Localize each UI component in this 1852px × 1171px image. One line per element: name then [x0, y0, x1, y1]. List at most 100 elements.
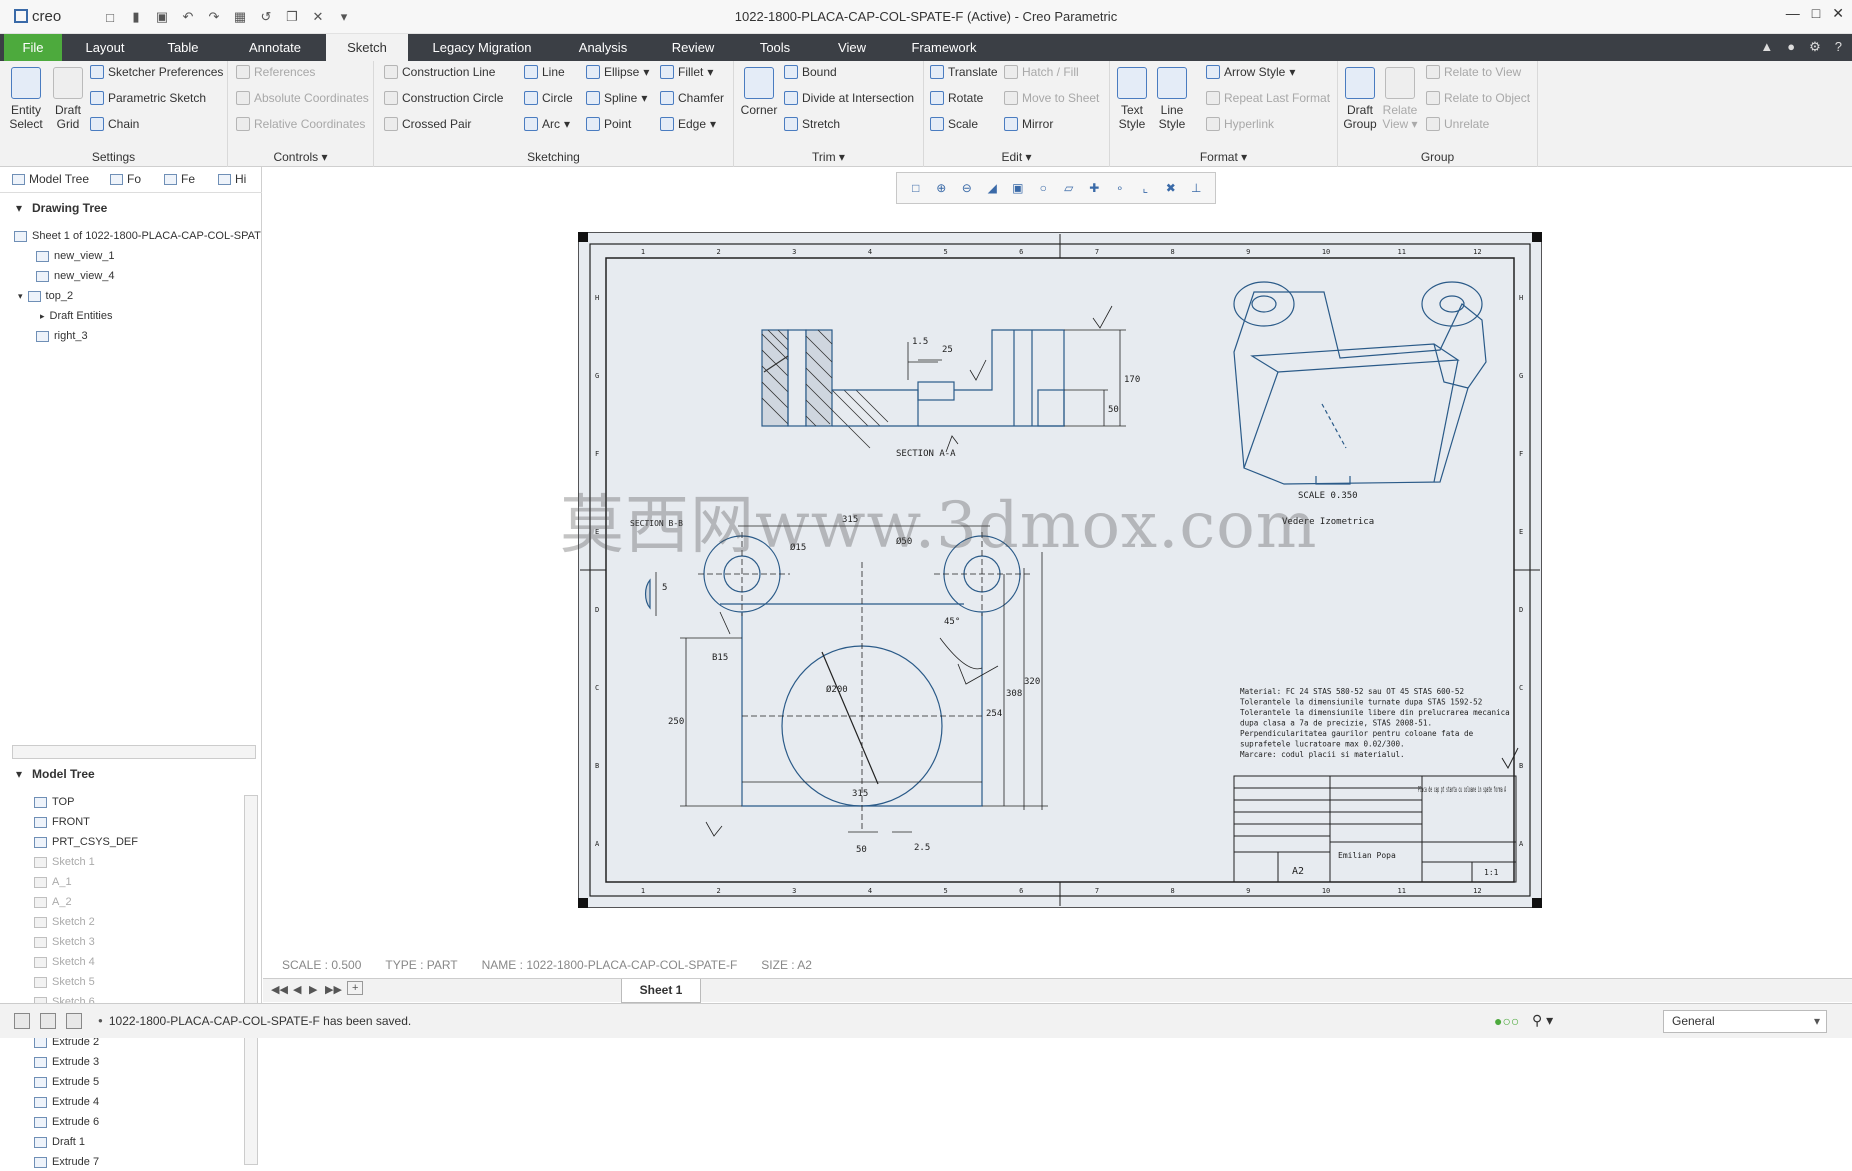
absolute-coordinates-button[interactable]: Absolute Coordinates: [236, 91, 369, 105]
model-tree-item[interactable]: Extrude 7: [34, 1153, 99, 1171]
entity-select-button[interactable]: Entity Select: [6, 67, 46, 131]
tab-sketch[interactable]: Sketch: [326, 34, 408, 61]
drawing-tree-header[interactable]: ▾ Drawing Tree: [0, 195, 262, 221]
add-sheet-button[interactable]: +: [347, 981, 364, 995]
axes-icon[interactable]: ✚: [1085, 179, 1103, 197]
divide-at-intersection-button[interactable]: Divide at Intersection: [784, 91, 914, 105]
tab-tools[interactable]: Tools: [740, 34, 810, 61]
annotation-display-icon[interactable]: ✖: [1162, 179, 1180, 197]
zoom-in-icon[interactable]: ⊕: [932, 179, 950, 197]
references-button[interactable]: References: [236, 65, 315, 79]
model-tree-item[interactable]: A_2: [34, 893, 72, 911]
stretch-button[interactable]: Stretch: [784, 117, 840, 131]
tab-layout[interactable]: Layout: [70, 34, 140, 61]
format-group-label[interactable]: Format ▾: [1110, 150, 1337, 164]
ellipse-button[interactable]: Ellipse ▾: [586, 65, 649, 79]
crossed-pair-button[interactable]: Crossed Pair: [384, 117, 471, 131]
edge-button[interactable]: Edge ▾: [660, 117, 716, 131]
csys-icon[interactable]: ⌞: [1136, 179, 1154, 197]
find-icon[interactable]: ⚲ ▾: [1532, 1012, 1553, 1029]
maximize-icon[interactable]: □: [1812, 5, 1820, 22]
model-tree-item[interactable]: Extrude 4: [34, 1093, 99, 1111]
collapse-ribbon-icon[interactable]: ▲: [1760, 39, 1773, 55]
model-tree-item[interactable]: Sketch 4: [34, 953, 95, 971]
tree-item-view[interactable]: ▾ top_2: [18, 287, 73, 305]
planes-icon[interactable]: ▱: [1060, 179, 1078, 197]
tab-file[interactable]: File: [4, 34, 62, 61]
collapse-icon[interactable]: ▸: [40, 311, 45, 322]
model-tree-item[interactable]: Sketch 5: [34, 973, 95, 991]
drawing-tree-hscroll[interactable]: [12, 745, 256, 759]
hyperlink-button[interactable]: Hyperlink: [1206, 117, 1274, 131]
close-icon[interactable]: ✕: [1832, 5, 1844, 22]
parametric-sketch-button[interactable]: Parametric Sketch: [90, 91, 206, 105]
datum-display-icon[interactable]: ○: [1034, 179, 1052, 197]
tree-item-draft-entities[interactable]: ▸ Draft Entities: [40, 307, 113, 325]
model-tree-item[interactable]: Extrude 6: [34, 1113, 99, 1131]
hatch-fill-button[interactable]: Hatch / Fill: [1004, 65, 1079, 79]
bound-button[interactable]: Bound: [784, 65, 837, 79]
zoom-out-icon[interactable]: ⊖: [958, 179, 976, 197]
fillet-button[interactable]: Fillet ▾: [660, 65, 713, 79]
circle-button[interactable]: Circle: [524, 91, 573, 105]
mirror-button[interactable]: Mirror: [1004, 117, 1053, 131]
expand-icon[interactable]: ▾: [18, 291, 23, 302]
tab-model-tree[interactable]: Model Tree: [12, 172, 89, 186]
spline-button[interactable]: Spline ▾: [586, 91, 647, 105]
tab-table[interactable]: Table: [148, 34, 218, 61]
construction-line-button[interactable]: Construction Line: [384, 65, 495, 79]
model-tree-item[interactable]: FRONT: [34, 813, 90, 831]
tab-favorites[interactable]: Fe: [164, 172, 195, 186]
tab-framework[interactable]: Framework: [896, 34, 992, 61]
tree-item-view[interactable]: new_view_4: [36, 267, 115, 285]
line-button[interactable]: Line: [524, 65, 565, 79]
tab-review[interactable]: Review: [656, 34, 730, 61]
tab-history[interactable]: Hi: [218, 172, 246, 186]
draft-group-button[interactable]: Draft Group: [1342, 67, 1378, 131]
unrelate-button[interactable]: Unrelate: [1426, 117, 1489, 131]
spin-center-icon[interactable]: ⊥: [1187, 179, 1205, 197]
controls-group-label[interactable]: Controls ▾: [228, 150, 373, 164]
help-icon[interactable]: ?: [1835, 39, 1842, 55]
settings-icon[interactable]: ⚙: [1809, 39, 1821, 55]
minimize-icon[interactable]: —: [1786, 5, 1800, 22]
chamfer-button[interactable]: Chamfer: [660, 91, 724, 105]
tree-item-sheet[interactable]: Sheet 1 of 1022-1800-PLACA-CAP-COL-SPAT: [14, 227, 261, 245]
translate-button[interactable]: Translate: [930, 65, 998, 79]
refit-icon[interactable]: □: [907, 179, 925, 197]
model-tree-item[interactable]: Sketch 1: [34, 853, 95, 871]
display-style-icon[interactable]: ▣: [1009, 179, 1027, 197]
move-to-sheet-button[interactable]: Move to Sheet: [1004, 91, 1099, 105]
sheet-tab[interactable]: Sheet 1: [621, 979, 701, 1003]
drawing-sheet[interactable]: 112233445566778899101011111212H HG GF FE ED D…: [578, 232, 1542, 908]
point-button[interactable]: Point: [586, 117, 631, 131]
sketcher-preferences-button[interactable]: Sketcher Preferences: [90, 65, 223, 79]
next-sheet-icon[interactable]: ▶: [309, 983, 317, 996]
trim-group-label[interactable]: Trim ▾: [734, 150, 923, 164]
model-tree-item[interactable]: Sketch 2: [34, 913, 95, 931]
last-sheet-icon[interactable]: ▶▶: [325, 983, 342, 996]
model-tree-item[interactable]: Sketch 3: [34, 933, 95, 951]
scale-button[interactable]: Scale: [930, 117, 978, 131]
tab-annotate[interactable]: Annotate: [230, 34, 320, 61]
regen-status-icon[interactable]: ●○○: [1494, 1013, 1519, 1029]
model-tree-item[interactable]: Draft 1: [34, 1133, 85, 1151]
rotate-button[interactable]: Rotate: [930, 91, 983, 105]
edit-group-label[interactable]: Edit ▾: [924, 150, 1109, 164]
tab-analysis[interactable]: Analysis: [560, 34, 646, 61]
model-tree-header[interactable]: ▾ Model Tree: [0, 761, 262, 787]
points-icon[interactable]: ∘: [1111, 179, 1129, 197]
draft-grid-button[interactable]: Draft Grid: [50, 67, 86, 131]
tab-folder-browser[interactable]: Fo: [110, 172, 141, 186]
arrow-style-button[interactable]: Arrow Style ▾: [1206, 65, 1295, 79]
model-tree-vscroll[interactable]: [244, 795, 258, 1165]
tree-item-view[interactable]: new_view_1: [36, 247, 115, 265]
model-tree-item[interactable]: PRT_CSYS_DEF: [34, 833, 138, 851]
relate-to-object-button[interactable]: Relate to Object: [1426, 91, 1530, 105]
repeat-last-format-button[interactable]: Repeat Last Format: [1206, 91, 1330, 105]
line-style-button[interactable]: Line Style: [1154, 67, 1190, 131]
corner-button[interactable]: Corner: [738, 67, 780, 117]
relative-coordinates-button[interactable]: Relative Coordinates: [236, 117, 365, 131]
model-tree-item[interactable]: Extrude 5: [34, 1073, 99, 1091]
tab-legacy-migration[interactable]: Legacy Migration: [420, 34, 544, 61]
